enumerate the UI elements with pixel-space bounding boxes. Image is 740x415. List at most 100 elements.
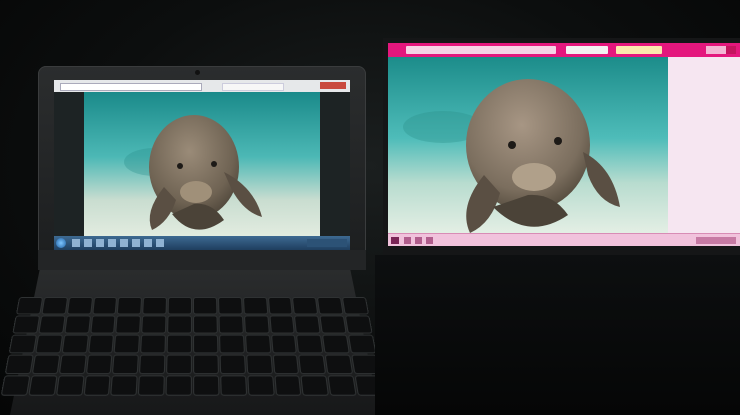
address-bar bbox=[60, 83, 202, 91]
manatee-photo-monitor bbox=[388, 57, 668, 237]
key bbox=[244, 316, 269, 333]
laptop-bezel bbox=[38, 250, 366, 270]
key bbox=[88, 335, 114, 353]
laptop-screen bbox=[54, 80, 350, 250]
manatee-photo-laptop bbox=[84, 92, 320, 236]
key bbox=[62, 335, 88, 353]
key bbox=[36, 335, 62, 353]
taskbar-icon bbox=[108, 239, 116, 247]
laptop-keyboard bbox=[0, 298, 387, 415]
key bbox=[92, 298, 117, 314]
key bbox=[1, 376, 30, 395]
key bbox=[270, 316, 295, 333]
key bbox=[349, 335, 376, 353]
taskbar-icon bbox=[120, 239, 128, 247]
browser-tab-icon bbox=[406, 46, 556, 54]
key bbox=[318, 298, 343, 314]
key bbox=[9, 335, 36, 353]
key bbox=[168, 316, 191, 333]
taskbar-icon bbox=[84, 239, 92, 247]
key bbox=[248, 376, 274, 395]
key bbox=[299, 355, 326, 374]
taskbar-icon bbox=[72, 239, 80, 247]
key bbox=[141, 335, 166, 353]
key bbox=[297, 335, 323, 353]
close-icon bbox=[726, 46, 736, 54]
monitor-taskbar bbox=[388, 233, 740, 246]
key bbox=[32, 355, 59, 374]
key bbox=[245, 335, 270, 353]
key bbox=[218, 298, 242, 314]
taskbar-icon bbox=[426, 237, 433, 244]
browser-tab-icon bbox=[566, 46, 608, 54]
key bbox=[194, 355, 218, 374]
key bbox=[29, 376, 57, 395]
key bbox=[243, 298, 267, 314]
laptop-taskbar bbox=[54, 236, 350, 250]
key bbox=[140, 355, 165, 374]
taskbar-icon bbox=[415, 237, 422, 244]
key bbox=[56, 376, 83, 395]
key bbox=[346, 316, 372, 333]
key bbox=[39, 316, 65, 333]
key bbox=[17, 298, 42, 314]
key bbox=[246, 355, 272, 374]
window-controls bbox=[320, 82, 346, 89]
key bbox=[84, 376, 110, 395]
key bbox=[86, 355, 112, 374]
key bbox=[5, 355, 33, 374]
monitor-browser-content bbox=[388, 57, 668, 237]
browser-tab bbox=[222, 83, 284, 91]
key bbox=[65, 316, 90, 333]
webcam-icon bbox=[195, 70, 200, 75]
key bbox=[67, 298, 92, 314]
key bbox=[301, 376, 329, 395]
laptop-browser-content bbox=[54, 92, 350, 236]
system-tray bbox=[307, 239, 347, 247]
taskbar-icon bbox=[156, 239, 164, 247]
key bbox=[13, 316, 39, 333]
key bbox=[219, 316, 243, 333]
windows-start-icon bbox=[391, 237, 399, 244]
key bbox=[116, 316, 141, 333]
monitor-screen bbox=[388, 43, 740, 246]
browser-tab-icon bbox=[616, 46, 662, 54]
key bbox=[142, 316, 166, 333]
monitor-browser-toolbar bbox=[388, 43, 740, 57]
key bbox=[113, 355, 139, 374]
key bbox=[118, 298, 142, 314]
key bbox=[221, 376, 246, 395]
key bbox=[273, 355, 299, 374]
key bbox=[139, 376, 164, 395]
taskbar-icon bbox=[404, 237, 411, 244]
key bbox=[194, 335, 218, 353]
key bbox=[275, 376, 301, 395]
key bbox=[220, 355, 245, 374]
monitor-side-panel bbox=[668, 57, 740, 237]
taskbar-icon bbox=[144, 239, 152, 247]
key bbox=[194, 298, 217, 314]
key bbox=[194, 316, 217, 333]
key bbox=[295, 316, 320, 333]
windows-start-icon bbox=[56, 238, 66, 248]
key bbox=[166, 376, 191, 395]
key bbox=[42, 298, 67, 314]
key bbox=[168, 298, 191, 314]
key bbox=[320, 316, 346, 333]
key bbox=[343, 298, 368, 314]
key bbox=[328, 376, 356, 395]
key bbox=[111, 376, 137, 395]
key bbox=[90, 316, 115, 333]
key bbox=[293, 298, 318, 314]
taskbar-icon bbox=[96, 239, 104, 247]
key bbox=[167, 355, 191, 374]
system-tray bbox=[696, 237, 736, 244]
key bbox=[326, 355, 353, 374]
key bbox=[268, 298, 293, 314]
taskbar-icon bbox=[132, 239, 140, 247]
key bbox=[323, 335, 349, 353]
key bbox=[115, 335, 140, 353]
key bbox=[167, 335, 191, 353]
key bbox=[59, 355, 86, 374]
key bbox=[194, 376, 219, 395]
